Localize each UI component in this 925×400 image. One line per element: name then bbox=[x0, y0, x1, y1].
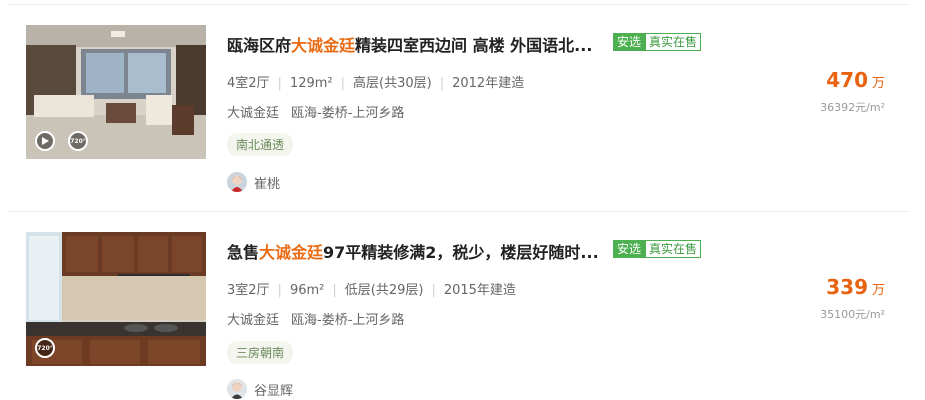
house-attributes: 3室2厅 | 96m² | 低层(共29层) | 2015年建造 bbox=[227, 283, 516, 298]
title-highlight: 大诚金廷 bbox=[259, 243, 324, 262]
agent-name[interactable]: 谷显辉 bbox=[254, 380, 293, 399]
real-listing-tag: 真实在售 bbox=[645, 240, 702, 258]
avatar bbox=[227, 379, 247, 399]
total-price: 339 万 bbox=[826, 275, 885, 299]
listing-card[interactable]: 720° 急售大诚金廷97平精装修满2，税少，楼层好随时... 安选 真实在售 … bbox=[0, 0, 925, 399]
title-text: 急售 bbox=[227, 243, 260, 262]
unit-price: 35100元/m² bbox=[820, 308, 885, 321]
listing-photo[interactable]: 720° bbox=[26, 232, 206, 366]
built-year-info: 2015年建造 bbox=[443, 283, 516, 298]
feature-tag: 三房朝南 bbox=[227, 341, 294, 364]
panorama-720-icon: 720° bbox=[37, 344, 53, 352]
rooms-info: 3室2厅 bbox=[227, 283, 270, 298]
listing-page: 720° 瓯海区府大诚金廷精装四室西边间 高楼 外国语北... 安选 真实在售 … bbox=[0, 0, 925, 400]
agent-info[interactable]: 谷显辉 bbox=[227, 379, 293, 399]
listing-title[interactable]: 急售大诚金廷97平精装修满2，税少，楼层好随时... bbox=[227, 239, 599, 263]
community-link[interactable]: 大诚金廷 bbox=[227, 313, 279, 328]
panorama-720-button[interactable]: 720° bbox=[35, 338, 55, 358]
divider bbox=[8, 211, 908, 212]
price-value: 339 bbox=[826, 275, 868, 299]
anxuan-tag: 安选 bbox=[613, 240, 646, 258]
floor-info: 低层(共29层) bbox=[344, 283, 424, 298]
location: 大诚金廷 瓯海-娄桥-上河乡路 bbox=[227, 309, 404, 328]
area-link[interactable]: 瓯海-娄桥-上河乡路 bbox=[291, 313, 404, 328]
size-info: 96m² bbox=[289, 283, 325, 298]
title-text: 97平精装修满2，税少，楼层好随时... bbox=[323, 243, 599, 262]
tag-group: 安选 真实在售 bbox=[613, 240, 702, 258]
price-unit: 万 bbox=[871, 283, 885, 298]
